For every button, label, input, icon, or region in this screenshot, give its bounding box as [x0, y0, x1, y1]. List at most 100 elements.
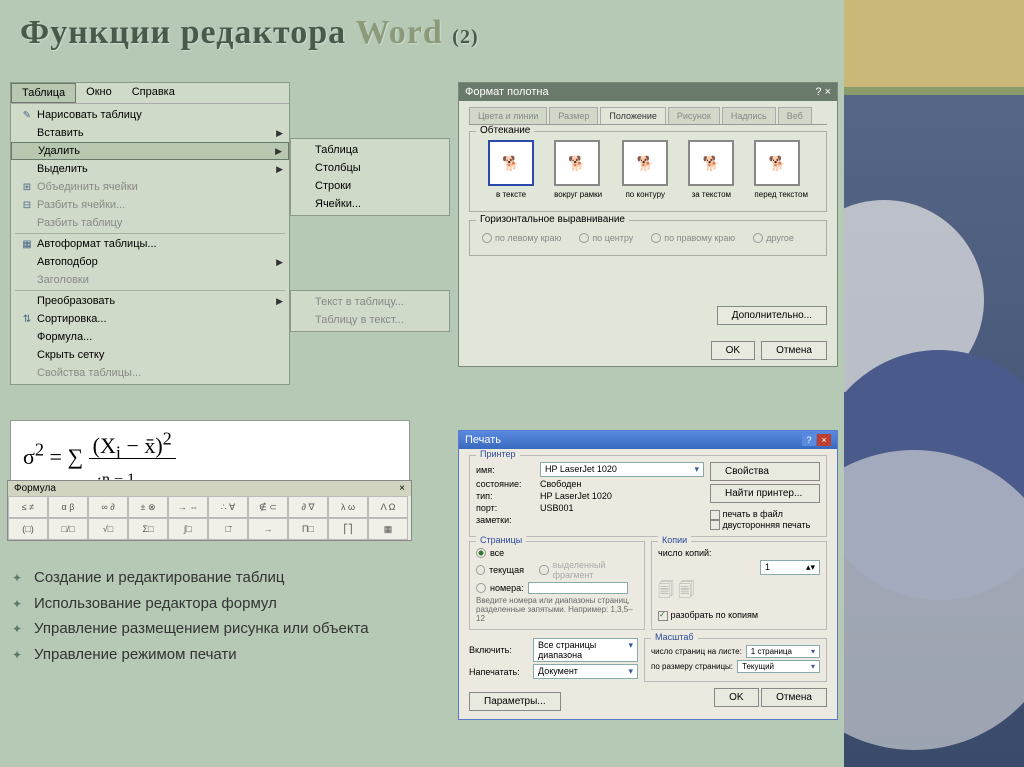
wrap-option[interactable]: 🐕 — [554, 140, 600, 186]
collate-checkbox[interactable] — [658, 611, 668, 621]
align-radio[interactable]: по правому краю — [651, 233, 735, 243]
wrap-option[interactable]: 🐕 — [688, 140, 734, 186]
menu-item[interactable]: Формула... — [11, 328, 289, 346]
ok-button[interactable]: OK — [714, 688, 758, 707]
delete-submenu: ТаблицаСтолбцыСтрокиЯчейки... — [290, 138, 450, 216]
menu-item[interactable]: Разбить таблицу — [11, 214, 289, 232]
formula-btn[interactable]: λ ω — [328, 496, 368, 518]
formula-btn[interactable]: α β — [48, 496, 88, 518]
collate-icon: 🗐 🗐 — [658, 579, 820, 606]
bullet-item: Управление режимом печати — [12, 642, 442, 668]
menu-item[interactable]: Автоподбор▶ — [11, 253, 289, 271]
properties-button[interactable]: Свойства — [710, 462, 820, 481]
bullet-item: Создание и редактирование таблиц — [12, 565, 442, 591]
wrap-option[interactable]: 🐕 — [622, 140, 668, 186]
format-tab[interactable]: Рисунок — [668, 107, 720, 124]
find-printer-button[interactable]: Найти принтер... — [710, 484, 820, 503]
menu-item[interactable]: ⊟Разбить ячейки... — [11, 196, 289, 214]
formula-btn[interactable]: ± ⊗ — [128, 496, 168, 518]
menu-item[interactable]: Скрыть сетку — [11, 346, 289, 364]
include-select[interactable]: Все страницы диапазона — [533, 638, 638, 662]
formula-btn[interactable]: ▦ — [368, 518, 408, 540]
wrap-option[interactable]: 🐕 — [754, 140, 800, 186]
copies-spinner[interactable]: 1▴▾ — [760, 560, 820, 575]
parameters-button[interactable]: Параметры... — [469, 692, 561, 711]
page-numbers-input[interactable] — [528, 582, 628, 594]
formula-btn[interactable]: ∞ ∂ — [88, 496, 128, 518]
dialog-title: Печать — [465, 434, 501, 446]
submenu-item[interactable]: Строки — [291, 177, 449, 195]
menu-item[interactable]: ✎Нарисовать таблицу — [11, 106, 289, 124]
formula-btn[interactable]: Σ□ — [128, 518, 168, 540]
formula-btn[interactable]: Π□ — [288, 518, 328, 540]
formula-btn[interactable]: Λ Ω — [368, 496, 408, 518]
menu-item[interactable]: Вставить▶ — [11, 124, 289, 142]
submenu-item[interactable]: Текст в таблицу... — [291, 293, 449, 311]
cancel-button[interactable]: Отмена — [761, 688, 827, 707]
close-icon[interactable]: ? × — [815, 86, 831, 98]
formula-btn[interactable]: □/□ — [48, 518, 88, 540]
submenu-item[interactable]: Таблица — [291, 141, 449, 159]
help-icon[interactable]: ? — [802, 434, 816, 446]
menubar-window[interactable]: Окно — [76, 83, 122, 103]
menu-item[interactable]: Заголовки — [11, 271, 289, 289]
bullet-item: Управление размещением рисунка или объек… — [12, 616, 442, 642]
decorative-wave-panel — [844, 0, 1024, 767]
pages-numbers-radio[interactable] — [476, 583, 486, 593]
menubar-help[interactable]: Справка — [122, 83, 185, 103]
formula-btn[interactable]: ≤ ≠ — [8, 496, 48, 518]
menu-item[interactable]: Преобразовать▶ — [11, 292, 289, 310]
format-tab[interactable]: Веб — [778, 107, 812, 124]
ok-button[interactable]: OK — [711, 341, 755, 360]
formula-btn[interactable]: ∉ ⊂ — [248, 496, 288, 518]
formula-btn[interactable]: → ⇔ — [168, 496, 208, 518]
menu-item[interactable]: Выделить▶ — [11, 160, 289, 178]
format-tab[interactable]: Надпись — [722, 107, 776, 124]
pages-current-radio[interactable] — [476, 565, 485, 575]
convert-submenu: Текст в таблицу...Таблицу в текст... — [290, 290, 450, 332]
close-icon[interactable]: × — [817, 434, 831, 446]
bullet-item: Использование редактора формул — [12, 591, 442, 617]
menu-item[interactable]: ⊞Объединить ячейки — [11, 178, 289, 196]
submenu-item[interactable]: Столбцы — [291, 159, 449, 177]
formula-btn[interactable]: □̄ — [208, 518, 248, 540]
feature-bullets: Создание и редактирование таблицИспользо… — [12, 565, 442, 667]
format-tab[interactable]: Размер — [549, 107, 598, 124]
scale-to-size-select[interactable]: Текущий — [737, 660, 820, 673]
formula-btn[interactable]: → — [248, 518, 288, 540]
formula-toolbar: Формула× ≤ ≠α β∞ ∂± ⊗→ ⇔∴ ∀∉ ⊂∂ ∇λ ωΛ Ω … — [7, 480, 412, 541]
close-icon[interactable]: × — [399, 483, 405, 494]
formula-btn[interactable]: ⎡⎤ — [328, 518, 368, 540]
menu-item[interactable]: ▦Автоформат таблицы... — [11, 235, 289, 253]
formula-btn[interactable]: ∂ ∇ — [288, 496, 328, 518]
submenu-item[interactable]: Ячейки... — [291, 195, 449, 213]
menu-item[interactable]: Удалить▶ — [11, 142, 289, 160]
cancel-button[interactable]: Отмена — [761, 341, 827, 360]
formula-btn[interactable]: ∫□ — [168, 518, 208, 540]
menu-item[interactable]: Свойства таблицы... — [11, 364, 289, 382]
format-tab[interactable]: Положение — [600, 107, 666, 124]
menubar: Таблица Окно Справка — [11, 83, 289, 104]
align-radio[interactable]: другое — [753, 233, 794, 243]
table-menu-panel: Таблица Окно Справка ✎Нарисовать таблицу… — [10, 82, 290, 385]
additional-button[interactable]: Дополнительно... — [717, 306, 827, 325]
duplex-checkbox[interactable] — [710, 520, 720, 530]
pages-all-radio[interactable] — [476, 548, 486, 558]
menubar-table[interactable]: Таблица — [11, 83, 76, 103]
print-dialog: Печать ?× Принтер имя:HP LaserJet 1020 с… — [458, 430, 838, 720]
printer-select[interactable]: HP LaserJet 1020 — [540, 462, 704, 477]
print-to-file-checkbox[interactable] — [710, 510, 720, 520]
wrap-option[interactable]: 🐕 — [488, 140, 534, 186]
print-what-select[interactable]: Документ — [533, 664, 638, 679]
format-tab[interactable]: Цвета и линии — [469, 107, 547, 124]
align-radio[interactable]: по левому краю — [482, 233, 561, 243]
pages-per-sheet-select[interactable]: 1 страница — [746, 645, 820, 658]
dialog-title: Формат полотна — [465, 86, 549, 98]
formula-btn[interactable]: (□) — [8, 518, 48, 540]
align-radio[interactable]: по центру — [579, 233, 633, 243]
formula-btn[interactable]: √□ — [88, 518, 128, 540]
formula-btn[interactable]: ∴ ∀ — [208, 496, 248, 518]
submenu-item[interactable]: Таблицу в текст... — [291, 311, 449, 329]
format-canvas-dialog: Формат полотна ? × Цвета и линииРазмерПо… — [458, 82, 838, 367]
menu-item[interactable]: ⇅Сортировка... — [11, 310, 289, 328]
